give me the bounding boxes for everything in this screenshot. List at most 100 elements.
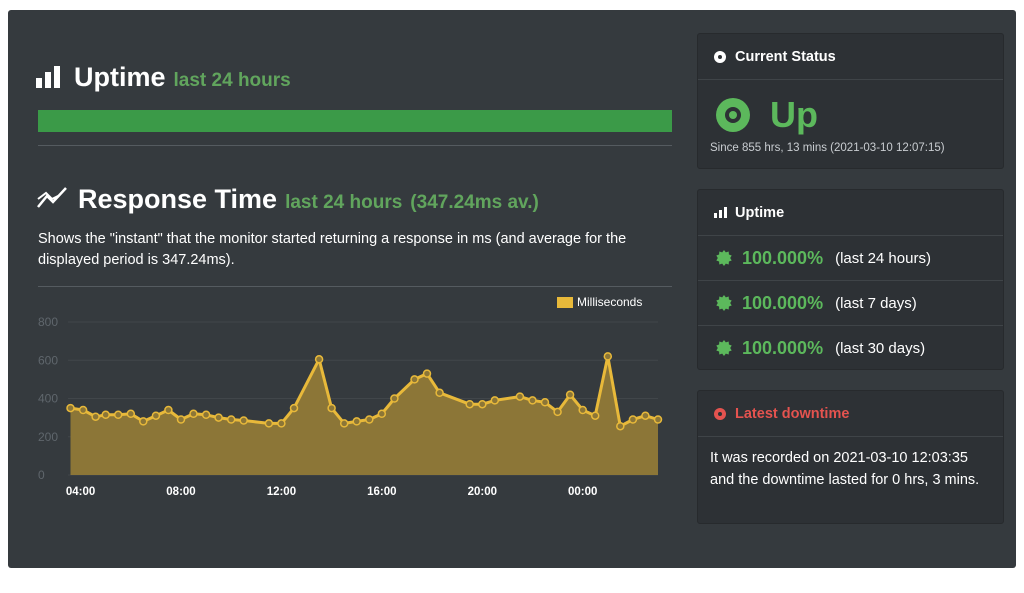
- status-ring-icon: [716, 98, 750, 132]
- data-point[interactable]: [653, 415, 663, 424]
- y-tick-label: 800: [38, 315, 58, 329]
- response-time-chart: 800 600 400 200 0 04:00 08:00 12:00 16:00 20:00 0…: [38, 295, 663, 498]
- data-point[interactable]: [289, 403, 299, 413]
- latest-downtime-text: It was recorded on 2021-03-10 12:03:35 a…: [710, 450, 980, 488]
- legend-label: Milliseconds: [577, 295, 642, 309]
- uptime-percent: 100.000%: [742, 247, 824, 268]
- data-point[interactable]: [565, 390, 575, 399]
- data-point[interactable]: [277, 419, 286, 428]
- status-text: Up: [770, 94, 818, 135]
- data-point[interactable]: [113, 410, 123, 420]
- uptime-row: 100.000% (last 30 days): [698, 325, 1003, 370]
- data-point[interactable]: [590, 411, 600, 420]
- x-tick-label: 12:00: [267, 486, 296, 498]
- data-point[interactable]: [515, 392, 525, 401]
- latest-downtime-header: Latest downtime: [698, 391, 1003, 437]
- response-subtitle: last 24 hours: [285, 192, 403, 213]
- data-point[interactable]: [528, 396, 537, 405]
- y-tick-label: 600: [38, 353, 58, 367]
- gear-badge-icon: [716, 295, 732, 311]
- chart-legend[interactable]: Milliseconds: [557, 295, 642, 309]
- x-tick-label: 08:00: [166, 486, 195, 498]
- x-tick-label: 04:00: [66, 486, 95, 498]
- data-point[interactable]: [78, 405, 88, 415]
- status-since: Since 855 hrs, 13 mins (2021-03-10 12:07…: [710, 142, 945, 154]
- data-point[interactable]: [339, 419, 349, 428]
- data-point[interactable]: [540, 398, 550, 407]
- uptime-card-header: Uptime: [698, 190, 1003, 236]
- data-point[interactable]: [603, 352, 613, 361]
- uptime-heading: Uptime last 24 hours: [36, 62, 291, 93]
- data-point[interactable]: [478, 399, 487, 409]
- monitor-panel: Uptime last 24 hours Response Time last …: [8, 10, 1016, 568]
- current-status-card: Current Status Up Since 855 hrs, 13 mins…: [697, 33, 1004, 169]
- legend-swatch: [557, 297, 573, 308]
- response-heading: Response Time last 24 hours (347.24ms av…: [36, 182, 539, 215]
- uptime-percent: 100.000%: [742, 292, 824, 313]
- divider: [38, 145, 672, 146]
- current-status-header: Current Status: [698, 34, 1003, 80]
- data-point[interactable]: [101, 410, 110, 420]
- uptime-bar: [38, 110, 672, 132]
- line-chart-icon: [37, 187, 67, 208]
- uptime-card: Uptime 100.000% (last 24 hours) 100.000% (l…: [697, 189, 1004, 370]
- data-point[interactable]: [435, 388, 444, 398]
- data-point[interactable]: [139, 417, 148, 426]
- x-tick-label: 16:00: [367, 486, 396, 498]
- data-point[interactable]: [176, 415, 186, 424]
- gear-badge-icon: [716, 250, 732, 266]
- dot-circle-icon: [714, 50, 726, 63]
- data-point[interactable]: [201, 410, 211, 420]
- gear-badge-icon: [716, 340, 732, 356]
- data-point[interactable]: [578, 405, 587, 415]
- data-point[interactable]: [422, 369, 432, 378]
- data-point[interactable]: [465, 399, 474, 409]
- uptime-percent: 100.000%: [742, 337, 824, 358]
- data-point[interactable]: [377, 409, 387, 419]
- data-point[interactable]: [390, 394, 399, 403]
- data-point[interactable]: [214, 413, 223, 422]
- response-description: Shows the "instant" that the monitor sta…: [38, 231, 627, 268]
- data-point[interactable]: [151, 411, 161, 420]
- uptime-card-title: Uptime: [735, 204, 785, 221]
- latest-downtime-title: Latest downtime: [735, 405, 850, 422]
- data-point[interactable]: [490, 396, 500, 405]
- response-average: (347.24ms av.): [410, 192, 539, 213]
- data-point[interactable]: [641, 411, 650, 420]
- data-point[interactable]: [628, 415, 638, 424]
- divider: [38, 286, 672, 287]
- data-point[interactable]: [189, 409, 198, 419]
- data-point[interactable]: [264, 419, 274, 428]
- data-point[interactable]: [616, 421, 625, 431]
- status-indicator: Up: [698, 80, 1003, 136]
- data-point[interactable]: [126, 409, 136, 419]
- data-point[interactable]: [66, 403, 75, 413]
- bar-chart-icon: [714, 207, 727, 218]
- data-point[interactable]: [226, 415, 236, 424]
- uptime-row: 100.000% (last 24 hours): [698, 236, 1003, 280]
- data-point[interactable]: [327, 403, 336, 413]
- data-point[interactable]: [553, 407, 562, 417]
- uptime-row: 100.000% (last 7 days): [698, 280, 1003, 325]
- y-tick-label: 400: [38, 392, 58, 406]
- uptime-period: (last 7 days): [835, 294, 917, 312]
- uptime-period: (last 30 days): [835, 339, 926, 357]
- data-point[interactable]: [365, 415, 374, 424]
- data-point[interactable]: [239, 416, 248, 425]
- y-tick-label: 0: [38, 468, 45, 482]
- current-status-title: Current Status: [735, 48, 836, 65]
- y-tick-label: 200: [38, 430, 58, 444]
- data-point[interactable]: [314, 355, 324, 364]
- data-point[interactable]: [352, 417, 361, 426]
- bar-chart-icon: [36, 66, 60, 88]
- response-title: Response Time: [78, 184, 278, 214]
- latest-downtime-card: Latest downtime It was recorded on 2021-…: [697, 390, 1004, 524]
- x-tick-label: 00:00: [568, 486, 597, 498]
- uptime-period: (last 24 hours): [835, 249, 931, 267]
- data-point[interactable]: [410, 375, 419, 384]
- uptime-title: Uptime: [74, 62, 166, 92]
- x-tick-label: 20:00: [468, 486, 497, 498]
- data-point[interactable]: [164, 405, 173, 415]
- data-point[interactable]: [91, 412, 100, 421]
- dot-circle-icon: [714, 407, 726, 420]
